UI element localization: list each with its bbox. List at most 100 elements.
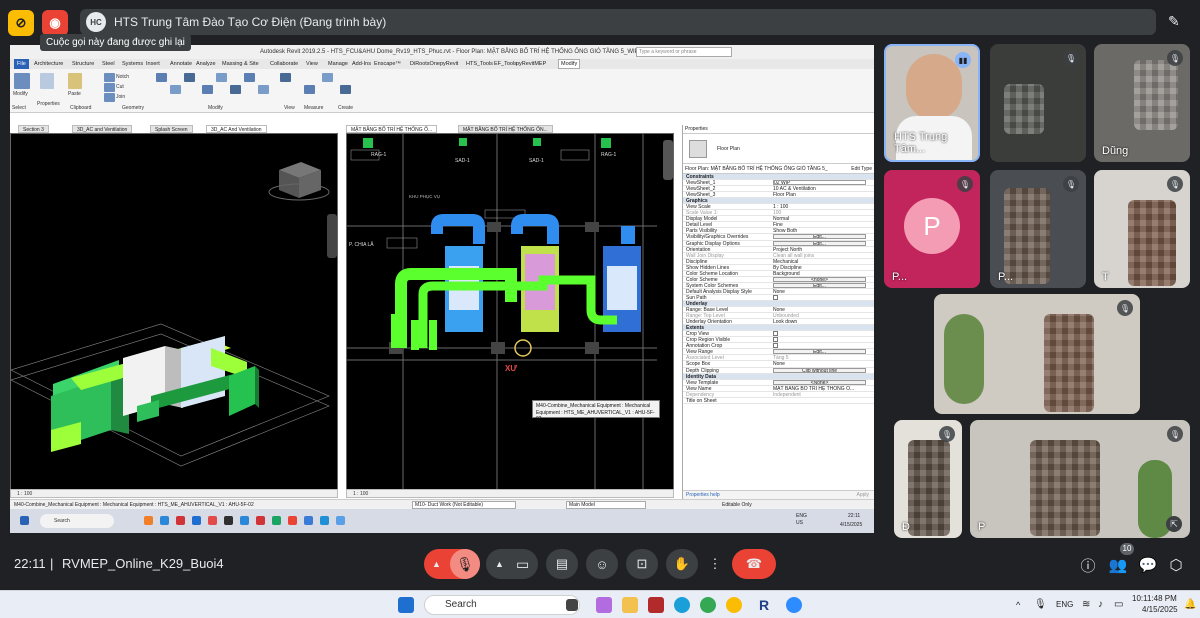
participant-tile[interactable]: 🎙 [990, 44, 1086, 162]
activities-icon[interactable]: ⬡ [1166, 555, 1186, 575]
ribbon-tab[interactable]: Massing & Site [222, 61, 259, 67]
property-edit-button[interactable]: <None> [773, 379, 866, 385]
ribbon-tab[interactable]: Steel [102, 61, 115, 67]
notch-tool-icon[interactable] [104, 73, 115, 82]
wifi-icon[interactable]: ≋ [1082, 599, 1090, 610]
record-off-icon[interactable]: ⊘ [8, 10, 34, 36]
inner-app-icon[interactable] [304, 516, 313, 525]
mic-control[interactable]: ▲ 🎙 [424, 549, 480, 579]
ribbon-tool-icon[interactable] [340, 85, 351, 94]
paste-tool-icon[interactable] [68, 73, 82, 89]
revit-search-input[interactable]: Type a keyword or phrase [636, 47, 732, 57]
ribbon-tab[interactable]: Structure [72, 61, 94, 67]
ribbon-tab[interactable]: Systems [122, 61, 143, 67]
volume-icon[interactable]: ♪ [1098, 599, 1103, 610]
apply-button[interactable]: Apply [856, 491, 869, 499]
inner-app-icon[interactable] [240, 516, 249, 525]
present-button[interactable]: ⊡ [626, 549, 658, 579]
view-tab-section3[interactable]: Section 3 [18, 125, 49, 133]
inner-app-icon[interactable] [272, 516, 281, 525]
notification-bell-icon[interactable]: 🔔 [1184, 599, 1196, 610]
mic-off-icon[interactable]: 🎙 [450, 549, 480, 579]
ribbon-tab[interactable]: Modify [558, 59, 581, 69]
camera-icon[interactable]: ▭ [516, 556, 529, 573]
instance-selector[interactable]: Floor Plan: MẶT BẰNG BỐ TRÍ HỆ THỐNG ỐNG… [683, 164, 874, 174]
ribbon-tool-icon[interactable] [280, 73, 291, 82]
chrome-icon[interactable] [700, 597, 716, 613]
camera-control[interactable]: ▲ ▭ [486, 549, 538, 579]
ribbon-tab[interactable]: File [14, 59, 29, 69]
file-explorer-icon[interactable] [622, 597, 638, 613]
view-cube-icon[interactable] [268, 162, 330, 201]
inner-language[interactable]: ENG US [796, 513, 807, 527]
ribbon-tool-icon[interactable] [304, 85, 315, 94]
ribbon-tool-icon[interactable] [184, 73, 195, 82]
ribbon-tab[interactable]: Architecture [34, 61, 63, 67]
property-edit-button[interactable]: Edit... [773, 349, 866, 355]
ribbon-tab[interactable]: Analyze [196, 61, 216, 67]
view-tab-floor-plan-2[interactable]: MẶT BẰNG BỐ TRÍ HỆ THỐNG ỐN... [458, 125, 553, 133]
property-checkbox[interactable] [773, 337, 778, 343]
properties-tool-icon[interactable] [40, 73, 54, 89]
property-edit-button[interactable]: <none> [773, 276, 866, 282]
property-edit-button[interactable]: Clip without line [773, 367, 866, 373]
navigation-bar[interactable] [327, 214, 337, 258]
modify-tool-icon[interactable] [14, 73, 30, 89]
chevron-up-icon[interactable]: ▲ [432, 559, 441, 569]
ribbon-tool-icon[interactable] [258, 85, 269, 94]
pin-icon[interactable]: ⇱ [1166, 516, 1182, 532]
property-checkbox[interactable] [773, 343, 778, 349]
mic-tray-icon[interactable]: 🎙 [1034, 599, 1047, 610]
inner-app-icon[interactable] [288, 516, 297, 525]
properties-help-link[interactable]: Properties help [686, 491, 720, 499]
windows-start-icon[interactable] [398, 597, 414, 613]
ribbon-tab[interactable]: Collaborate [270, 61, 298, 67]
inner-app-icon[interactable] [176, 516, 185, 525]
captions-button[interactable]: ▤ [546, 549, 578, 579]
taskbar-search-box[interactable]: Search [424, 595, 580, 615]
property-edit-button[interactable]: Edit... [773, 234, 866, 240]
revit-icon[interactable]: R [756, 597, 772, 613]
participant-tile[interactable]: 🎙 Đ [894, 420, 962, 538]
zalo-icon[interactable] [786, 597, 802, 613]
ribbon-tab[interactable]: Add-Ins [352, 61, 371, 67]
ribbon-tab[interactable]: EF_Tools [494, 61, 517, 67]
tray-chevron-icon[interactable]: ^ [1016, 600, 1020, 610]
inner-app-icon[interactable] [192, 516, 201, 525]
info-icon[interactable]: ⓘ [1078, 555, 1098, 575]
ribbon-tab[interactable]: DiRootsOne [410, 61, 440, 67]
language-indicator[interactable]: ENG [1056, 600, 1073, 609]
copilot-icon[interactable] [596, 597, 612, 613]
ribbon-tool-icon[interactable] [202, 85, 213, 94]
ribbon-tab[interactable]: Insert [146, 61, 160, 67]
view-tab-floor-plan-1[interactable]: MẶT BẰNG BỐ TRÍ HỆ THỐNG Ố... [346, 125, 438, 133]
inner-app-icon[interactable] [256, 516, 265, 525]
view-tab-3d-ac-active[interactable]: 3D_AC And Ventilation [206, 125, 267, 133]
ribbon-tab[interactable]: pyRevitMEP [516, 61, 546, 67]
inner-app-icon[interactable] [224, 516, 233, 525]
raise-hand-button[interactable]: ✋ [666, 549, 698, 579]
ribbon-tool-icon[interactable] [244, 73, 255, 82]
ribbon-tool-icon[interactable] [156, 73, 167, 82]
ribbon-tool-icon[interactable] [170, 85, 181, 94]
ribbon-tool-icon[interactable] [230, 85, 241, 94]
ribbon-tool-icon[interactable] [322, 73, 333, 82]
inner-app-icon[interactable] [144, 516, 153, 525]
ribbon-tab[interactable]: View [306, 61, 318, 67]
view-tab-3d-ac[interactable]: 3D_AC and Ventilation [72, 125, 133, 133]
ribbon-tab[interactable]: HTS_Tools [466, 61, 493, 67]
edge-icon[interactable] [674, 597, 690, 613]
plan-navigation-bar[interactable] [663, 140, 673, 180]
cut-tool-icon[interactable] [104, 83, 115, 92]
battery-icon[interactable]: ▭ [1114, 599, 1123, 610]
model-select[interactable]: Main Model [566, 501, 646, 509]
property-value[interactable]: 02 WIP [773, 180, 866, 186]
plan-view-scale[interactable]: 1 : 100 [347, 491, 368, 497]
chrome-icon-2[interactable] [726, 597, 742, 613]
view-tab-splash[interactable]: Splash Screen [150, 125, 193, 133]
annotate-pen-icon[interactable]: ✎ [1168, 13, 1180, 30]
ribbon-tab[interactable]: Annotate [170, 61, 192, 67]
participant-tile[interactable]: 🎙 P ⇱ [970, 420, 1190, 538]
participant-tile[interactable]: 🎙 [934, 294, 1140, 414]
leave-call-button[interactable]: ☎ [732, 549, 776, 579]
